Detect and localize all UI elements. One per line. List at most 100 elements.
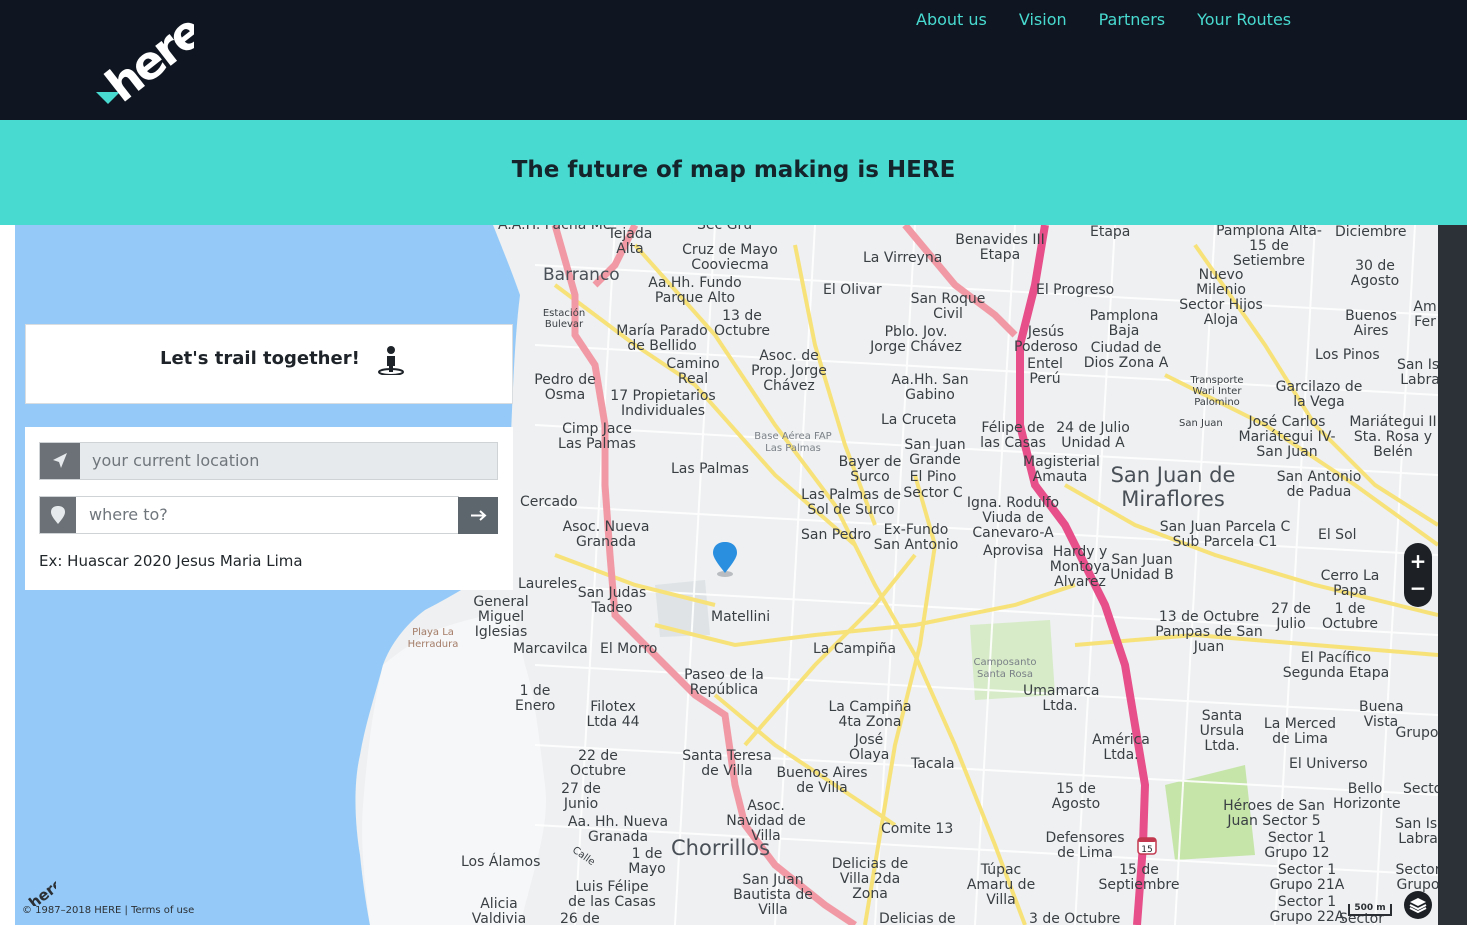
map-label: Sta. Rosa y Belén xyxy=(1353,429,1433,460)
map-label: Mariátegui II xyxy=(1349,414,1437,430)
map-label: El Olivar xyxy=(823,282,882,298)
map-label: Los Pinos xyxy=(1315,347,1380,363)
map-label: 27 de Junio xyxy=(561,781,601,812)
map-label: 26 de xyxy=(560,911,600,925)
map-label: General Miguel Iglesias xyxy=(473,594,529,640)
map-label: Playa La Herradura xyxy=(407,627,459,650)
map-label: Tacala xyxy=(911,756,955,772)
map-label: 3 de Octubre xyxy=(1029,911,1121,925)
map-label: Cerro La Papa xyxy=(1320,568,1380,599)
map-label: Defensores de Lima xyxy=(1045,830,1125,861)
map-label: Diciembre xyxy=(1335,225,1407,240)
map-label: 1 de Mayo xyxy=(628,846,666,877)
map-label: Entel Perú xyxy=(1027,356,1063,387)
map-label: Pamplona Alta-15 de Setiembre xyxy=(1216,225,1322,269)
arrow-right-icon xyxy=(471,510,487,521)
map-label: Sector 1 Grupo 22A xyxy=(1269,894,1345,925)
map-label: Pblo. Jov. Jorge Chávez xyxy=(870,324,962,355)
map-label: 13 de Octubre xyxy=(713,308,771,339)
map-layers-button[interactable] xyxy=(1404,891,1432,919)
map-label: Sector Grupo xyxy=(1395,862,1438,893)
nav-about-us[interactable]: About us xyxy=(916,10,987,30)
map-label: San Juan Parcela C Sub Parcela C1 xyxy=(1159,519,1291,550)
route-form: your current location where to? Ex: Huas… xyxy=(25,427,513,590)
map-label: Garcilazo de la Vega xyxy=(1275,379,1363,410)
map-label: Comite 13 xyxy=(881,821,954,837)
map-label: Asoc. Nueva Granada xyxy=(562,519,650,550)
map-scale-bar: 500 m xyxy=(1348,904,1392,916)
map-label: Delicias de xyxy=(879,911,956,925)
map-label: El Morro xyxy=(600,641,658,657)
map-label: Cercado xyxy=(520,494,578,510)
map-label: 1 de Enero xyxy=(515,683,556,714)
map-label: Tejada Alta xyxy=(607,226,653,257)
map-label: 15 de Septiembre xyxy=(1098,862,1180,893)
main-nav: About us Vision Partners Your Routes xyxy=(916,10,1323,30)
map-label: San Pedro xyxy=(801,527,872,543)
map-label: Jesús Poderoso xyxy=(1014,324,1078,355)
map-label: Camposanto Santa Rosa xyxy=(973,657,1037,680)
coastal-hills xyxy=(362,610,546,925)
map-label: Luis Félipe de las Casas xyxy=(568,879,656,910)
map-label: El Sol xyxy=(1318,527,1357,543)
map-label: María Parado de Bellido xyxy=(616,323,708,354)
map-label: La Campiña xyxy=(813,641,897,657)
current-location-input[interactable]: your current location xyxy=(39,442,498,480)
highway-shield: 15 xyxy=(1137,837,1157,855)
map-label: La Campiña 4ta Zona xyxy=(828,699,912,730)
map-label: Laureles xyxy=(518,576,578,592)
here-logo[interactable]: here xyxy=(94,14,194,106)
trail-card: Let's trail together! xyxy=(25,324,513,404)
zoom-in-button[interactable]: + xyxy=(1404,547,1432,575)
hiker-icon xyxy=(378,346,404,375)
svg-text:here: here xyxy=(25,876,56,906)
map-label: La Virreyna xyxy=(863,250,943,266)
map-label: América Ltda. xyxy=(1092,732,1150,763)
map-label: Aa.Hh. San Gabino xyxy=(891,372,969,403)
map-label: El Pacífico Segunda Etapa xyxy=(1282,650,1390,681)
nav-your-routes[interactable]: Your Routes xyxy=(1197,10,1291,30)
map-label: Camino Real xyxy=(666,356,720,387)
navigation-arrow-icon xyxy=(40,443,80,479)
map-copyright[interactable]: © 1987–2018 HERE | Terms of use xyxy=(22,905,194,917)
map-label: Aa.Hh. Fundo Parque Alto xyxy=(648,275,742,306)
nav-partners[interactable]: Partners xyxy=(1099,10,1165,30)
map-label: Las Palmas xyxy=(671,461,749,477)
map-label: Sector 1 Grupo 21A xyxy=(1269,862,1345,893)
map-label: 24 de Julio Unidad A xyxy=(1056,420,1130,451)
map-label: 1 de Octubre xyxy=(1321,601,1379,632)
layers-icon xyxy=(1409,898,1427,914)
nav-vision[interactable]: Vision xyxy=(1019,10,1067,30)
map-label: Félipe de las Casas xyxy=(980,420,1046,451)
map-label: Pedro de Osma xyxy=(534,372,596,403)
map-label: Benavides III Etapa xyxy=(955,232,1045,263)
map-label: Aprovisa xyxy=(983,543,1044,559)
map-label: Las Palmas de Sol de Surco xyxy=(801,487,901,518)
map-label: San Antonio de Padua xyxy=(1276,469,1362,500)
current-location-placeholder: your current location xyxy=(92,451,260,470)
banner-title: The future of map making is HERE xyxy=(511,157,956,183)
map-label: Cimp Jace Las Palmas xyxy=(558,421,636,452)
map-label: 30 de Agosto xyxy=(1350,258,1400,289)
map-label: Filotex Ltda 44 xyxy=(586,699,640,730)
map-label: Bayer de Surco xyxy=(838,454,902,485)
hero-banner: The future of map making is HERE xyxy=(0,120,1467,225)
zoom-out-button[interactable]: − xyxy=(1404,574,1432,602)
here-watermark-logo: here xyxy=(25,876,56,906)
map-label: Aa. Hh. Nueva Granada xyxy=(567,814,669,845)
map-label: Túpac Amaru de Villa xyxy=(966,862,1036,908)
left-gutter xyxy=(0,225,15,925)
map-label: 22 de Octubre xyxy=(569,748,627,779)
destination-input[interactable]: where to? xyxy=(39,496,459,534)
search-route-button[interactable] xyxy=(458,497,498,534)
map-label: 27 de Julio xyxy=(1271,601,1311,632)
location-pin-marker xyxy=(713,542,737,577)
map-label: San Isi Labra xyxy=(1396,357,1438,388)
map-label: José Olaya xyxy=(849,732,890,763)
location-pin-icon xyxy=(40,497,76,533)
highway-shield-number: 15 xyxy=(1141,845,1152,855)
destination-placeholder: where to? xyxy=(89,505,168,524)
map-label: San Roque Civil xyxy=(910,291,986,322)
map-label: Transporte Wari Inter Palomino xyxy=(1190,375,1244,408)
map-label: José Carlos Mariátegui IV-San Juan xyxy=(1238,414,1336,460)
